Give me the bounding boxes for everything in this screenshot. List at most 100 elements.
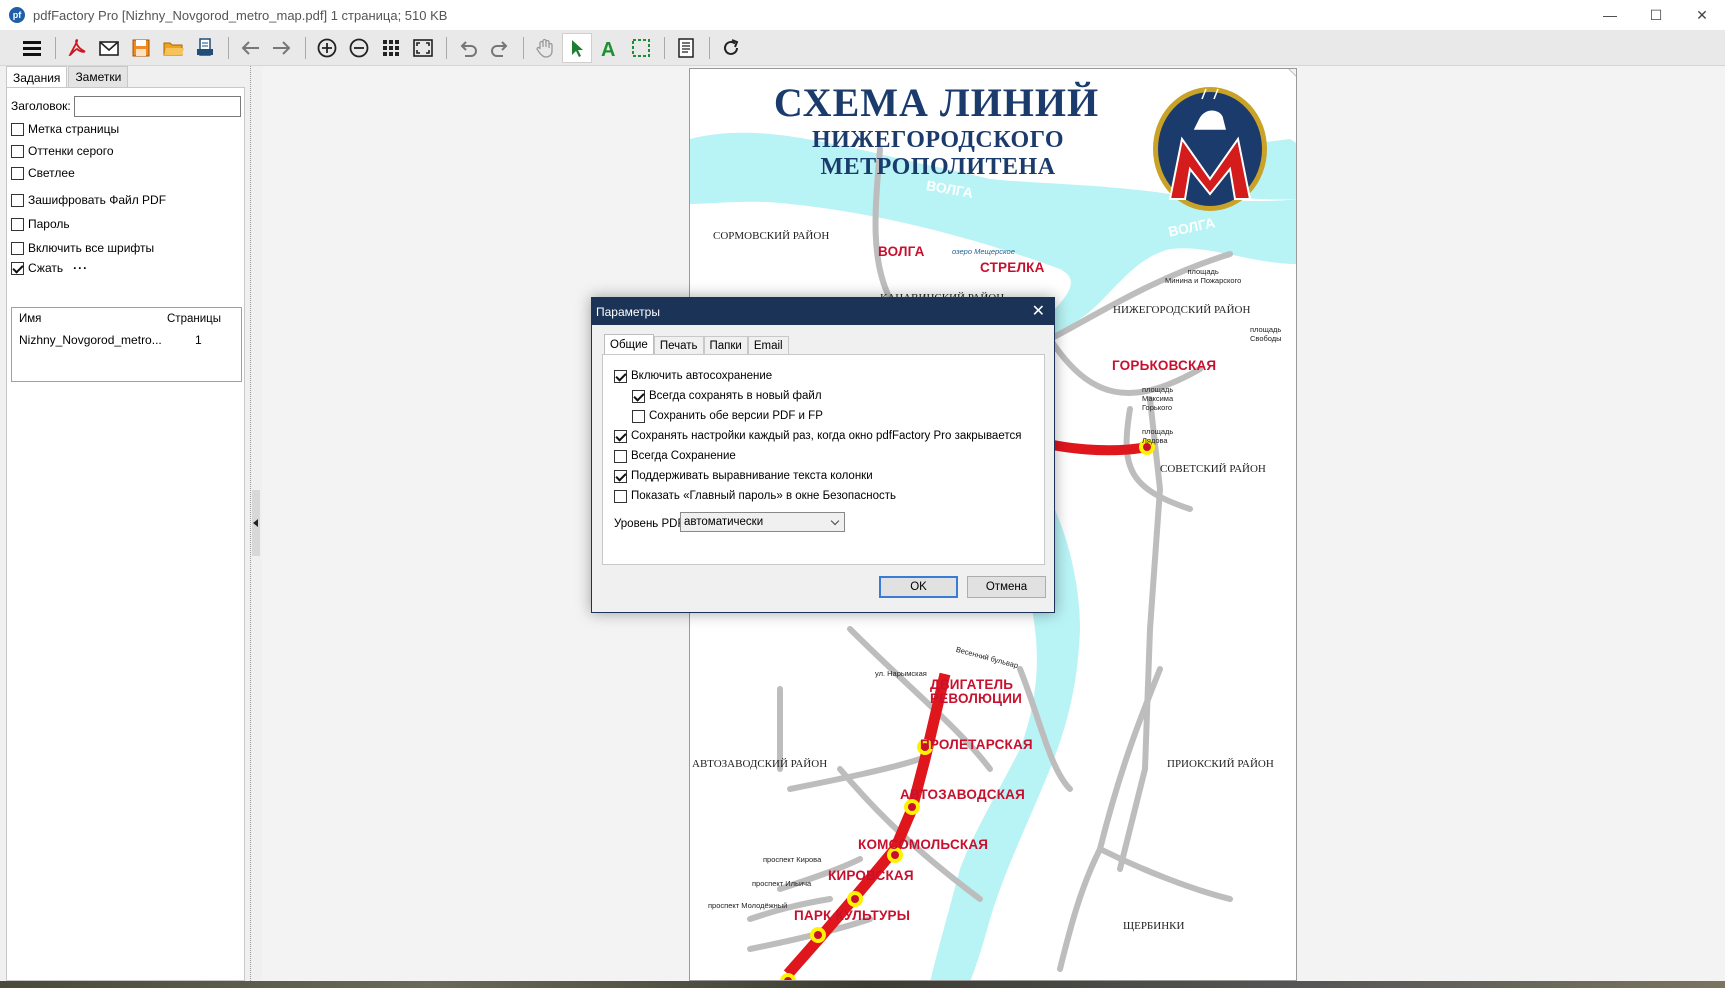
- tab-jobs[interactable]: Задания: [6, 66, 68, 88]
- pdf-level-select[interactable]: автоматически: [680, 512, 845, 532]
- grid-icon[interactable]: [376, 33, 406, 63]
- jobs-panel-body: Заголовок: Метка страницы Оттенки серого…: [6, 87, 245, 981]
- column-name-header[interactable]: Имя: [12, 313, 167, 325]
- area-select-icon[interactable]: [626, 33, 656, 63]
- checkbox[interactable]: [632, 409, 645, 423]
- app-logo-icon: pf: [9, 7, 25, 23]
- save-icon[interactable]: [126, 33, 156, 63]
- checkbox[interactable]: [614, 489, 627, 503]
- square-label: площадь Минина и Пожарского: [1165, 267, 1242, 285]
- option-page-label[interactable]: Метка страницы: [11, 120, 119, 138]
- tab-email[interactable]: Email: [747, 336, 789, 355]
- station-label: КОМСОМОЛЬСКАЯ: [858, 837, 989, 852]
- redo-icon[interactable]: [485, 33, 515, 63]
- map-title: СХЕМА ЛИНИЙ: [773, 80, 1100, 125]
- station-label: ГОРЬКОВСКАЯ: [1112, 358, 1217, 373]
- jobs-panel: Задания Заметки Заголовок: Метка страниц…: [0, 66, 248, 981]
- checkbox-checked[interactable]: [632, 389, 645, 403]
- checkbox[interactable]: [11, 122, 24, 136]
- checkbox[interactable]: [11, 241, 24, 255]
- back-arrow-icon[interactable]: [235, 33, 265, 63]
- district-label: АВТОЗАВОДСКИЙ РАЙОН: [692, 758, 828, 770]
- column-pages-header[interactable]: Страницы: [167, 313, 237, 325]
- checkbox-checked[interactable]: [614, 369, 627, 383]
- street-label: проспект Молодёжный: [708, 901, 788, 910]
- title-bar: pf pdfFactory Pro [Nizhny_Novgorod_metro…: [0, 0, 1725, 30]
- option-embed-fonts[interactable]: Включить все шрифты: [11, 239, 154, 257]
- option-grayscale[interactable]: Оттенки серого: [11, 142, 114, 160]
- option-compress[interactable]: Сжать ···: [11, 259, 88, 277]
- option-column-alignment[interactable]: Поддерживать выравнивание текста колонки: [614, 467, 873, 485]
- option-lighter[interactable]: Светлее: [11, 164, 75, 182]
- chevron-down-icon: [830, 516, 840, 526]
- option-autosave[interactable]: Включить автосохранение: [614, 367, 772, 385]
- square-label: площадь Лядова: [1142, 427, 1174, 445]
- option-always-save[interactable]: Всегда Сохранение: [614, 447, 736, 465]
- dialog-title: Параметры: [596, 304, 660, 319]
- cancel-button[interactable]: Отмена: [967, 576, 1046, 598]
- tab-print[interactable]: Печать: [653, 336, 704, 355]
- print-icon[interactable]: [190, 33, 220, 63]
- map-subtitle: НИЖЕГОРОДСКОГО МЕТРОПОЛИТЕНА: [811, 127, 1065, 180]
- email-icon[interactable]: [94, 33, 124, 63]
- tab-general[interactable]: Общие: [604, 334, 654, 355]
- option-save-both-versions[interactable]: Сохранить обе версии PDF и FP: [632, 407, 823, 425]
- lake-label: озеро Мещерское: [952, 247, 1015, 256]
- district-label: ПРИОКСКИЙ РАЙОН: [1167, 758, 1274, 770]
- checkbox[interactable]: [11, 193, 24, 207]
- pdf-level-value: автоматически: [684, 516, 764, 528]
- menu-icon[interactable]: [17, 33, 47, 63]
- collapse-arrow-icon: [253, 519, 258, 527]
- station-label: АВТОЗАВОДСКАЯ: [900, 787, 1025, 802]
- checkbox-checked[interactable]: [614, 469, 627, 483]
- undo-icon[interactable]: [453, 33, 483, 63]
- checkbox[interactable]: [11, 217, 24, 231]
- option-password[interactable]: Пароль: [11, 215, 70, 233]
- square-label: площадь Свободы: [1250, 325, 1282, 343]
- pdf-icon[interactable]: [62, 33, 92, 63]
- option-encrypt-pdf[interactable]: Зашифровать Файл PDF: [11, 191, 166, 209]
- text-select-icon[interactable]: A: [594, 33, 624, 63]
- square-label: площадь Максима Горького: [1142, 385, 1174, 412]
- general-tab-panel: Включить автосохранение Всегда сохранять…: [602, 354, 1045, 565]
- zoom-out-icon[interactable]: [344, 33, 374, 63]
- hand-icon[interactable]: [530, 33, 560, 63]
- compress-settings-button[interactable]: ···: [73, 261, 88, 275]
- option-always-new-file[interactable]: Всегда сохранять в новый файл: [632, 387, 822, 405]
- ok-button[interactable]: OK: [879, 576, 958, 598]
- option-save-settings-on-close[interactable]: Сохранять настройки каждый раз, когда ок…: [614, 427, 1021, 445]
- station-label: СТРЕЛКА: [980, 260, 1045, 275]
- checkbox[interactable]: [11, 144, 24, 158]
- station-label: ПРОЛЕТАРСКАЯ: [920, 737, 1033, 752]
- tab-notes[interactable]: Заметки: [68, 66, 129, 87]
- close-button[interactable]: ✕: [1679, 0, 1725, 30]
- pdf-level-label: Уровень PDF:: [614, 518, 688, 530]
- file-name: Nizhny_Novgorod_metro...: [19, 333, 162, 347]
- file-list-row[interactable]: Nizhny_Novgorod_metro... 1: [12, 330, 241, 350]
- station-label: ПАРК КУЛЬТУРЫ: [794, 908, 911, 923]
- checkbox[interactable]: [11, 166, 24, 180]
- pointer-icon[interactable]: [562, 32, 592, 63]
- station-label: ВОЛГА: [878, 244, 925, 259]
- minimize-button[interactable]: —: [1587, 0, 1633, 30]
- checkbox-checked[interactable]: [614, 429, 627, 443]
- open-folder-icon[interactable]: [158, 33, 188, 63]
- checkbox[interactable]: [614, 449, 627, 463]
- option-show-master-password[interactable]: Показать «Главный пароль» в окне Безопас…: [614, 487, 896, 505]
- maximize-button[interactable]: ☐: [1633, 0, 1679, 30]
- checkbox-checked[interactable]: [11, 261, 24, 275]
- fit-page-icon[interactable]: [408, 33, 438, 63]
- file-pages: 1: [195, 333, 202, 347]
- heading-label: Заголовок:: [11, 99, 71, 113]
- dialog-title-bar[interactable]: Параметры: [592, 298, 1054, 325]
- refresh-icon[interactable]: [716, 33, 746, 63]
- street-label: проспект Ильича: [752, 879, 812, 888]
- document-icon[interactable]: [671, 33, 701, 63]
- street-label: проспект Кирова: [763, 855, 822, 864]
- file-list: Имя Страницы Nizhny_Novgorod_metro... 1: [11, 307, 242, 382]
- dialog-close-icon[interactable]: ✕: [1032, 301, 1045, 321]
- zoom-in-icon[interactable]: [312, 33, 342, 63]
- forward-arrow-icon[interactable]: [267, 33, 297, 63]
- heading-input[interactable]: [74, 96, 241, 117]
- tab-folders[interactable]: Папки: [703, 336, 748, 355]
